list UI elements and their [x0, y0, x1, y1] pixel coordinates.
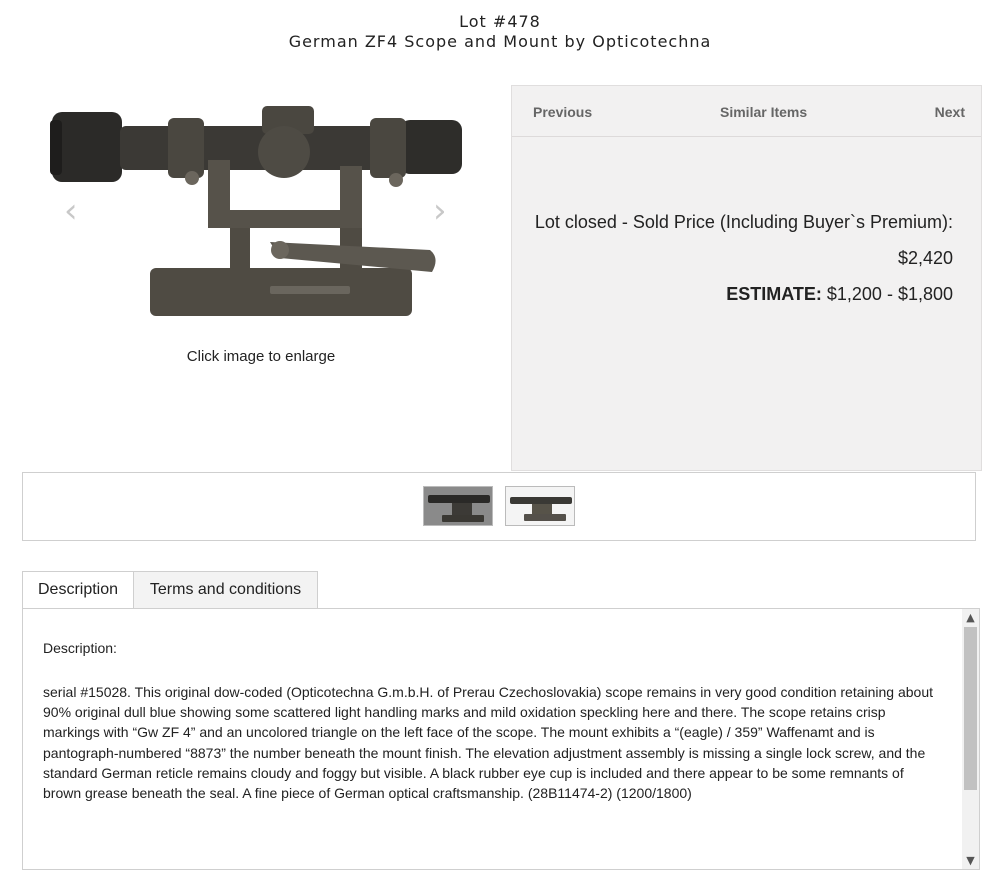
thumbnail-strip [22, 472, 976, 541]
main-product-image[interactable]: ‹ › [40, 90, 480, 330]
previous-link[interactable]: Previous [533, 104, 592, 120]
scope-image[interactable] [40, 90, 480, 330]
description-panel[interactable]: Description: serial #15028. This origina… [22, 608, 980, 870]
estimate-label: ESTIMATE: [726, 284, 822, 304]
thumbnail-1[interactable] [423, 486, 493, 526]
lot-status: Lot closed - Sold Price (Including Buyer… [534, 212, 953, 232]
scroll-down-arrow[interactable]: ▼ [962, 852, 979, 869]
next-link[interactable]: Next [935, 104, 965, 120]
enlarge-caption[interactable]: Click image to enlarge [40, 348, 482, 365]
tab-description[interactable]: Description [22, 571, 134, 609]
sold-price: $2,420 [897, 248, 953, 268]
thumbnail-2-image[interactable] [506, 487, 575, 526]
estimate-range: $1,200 - $1,800 [826, 284, 953, 304]
scroll-up-arrow[interactable]: ▲ [962, 609, 979, 626]
price-block: Lot closed - Sold Price (Including Buyer… [535, 204, 953, 312]
tab-terms-and-conditions[interactable]: Terms and conditions [133, 571, 318, 609]
lot-header: Lot #478 German ZF4 Scope and Mount by O… [0, 12, 1000, 52]
carousel-prev-arrow[interactable]: ‹ [64, 194, 78, 228]
description-heading: Description: [43, 640, 117, 656]
thumbnail-2[interactable] [505, 486, 575, 526]
lot-navigation: Previous Similar Items Next [512, 86, 981, 137]
similar-items-link[interactable]: Similar Items [720, 104, 807, 120]
thumbnail-1-image[interactable] [424, 487, 493, 526]
carousel-next-arrow[interactable]: › [433, 194, 447, 228]
lot-number: Lot #478 [459, 12, 541, 31]
lot-info-panel: Previous Similar Items Next Lot closed -… [511, 85, 982, 471]
lot-title: German ZF4 Scope and Mount by Opticotech… [288, 32, 712, 51]
scrollbar[interactable]: ▲ ▼ [962, 609, 979, 869]
estimate: ESTIMATE: $1,200 - $1,800 [535, 276, 953, 312]
description-body: serial #15028. This original dow-coded (… [43, 684, 933, 802]
scroll-thumb[interactable] [964, 627, 977, 790]
